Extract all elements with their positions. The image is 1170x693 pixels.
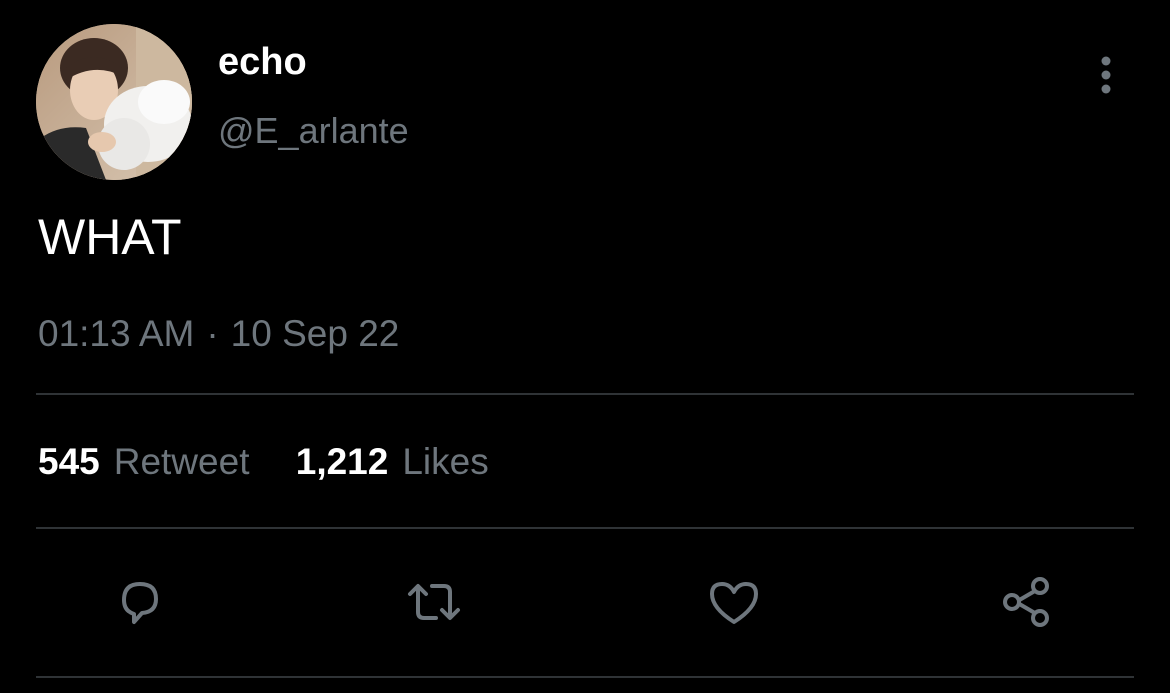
- reply-button[interactable]: [110, 572, 170, 632]
- likes-count-link[interactable]: 1,212 Likes: [296, 440, 489, 484]
- divider: [36, 676, 1134, 678]
- retweet-icon: [408, 584, 460, 620]
- username-handle[interactable]: @E_arlante: [218, 110, 409, 152]
- retweet-button[interactable]: [404, 572, 464, 632]
- timestamp-time: 01:13 AM: [38, 313, 195, 354]
- likes-label: Likes: [402, 441, 489, 482]
- retweet-count: 545: [38, 441, 100, 482]
- avatar[interactable]: [36, 24, 192, 180]
- more-options-button[interactable]: [1088, 52, 1124, 98]
- more-vertical-icon: [1101, 56, 1111, 94]
- tweet-timestamp[interactable]: 01:13 AM · 10 Sep 22: [38, 312, 399, 356]
- divider: [36, 527, 1134, 529]
- share-button[interactable]: [998, 572, 1058, 632]
- heart-icon: [710, 582, 758, 624]
- like-button[interactable]: [704, 572, 764, 632]
- share-icon: [1003, 577, 1049, 627]
- engagement-stats: 545 Retweet 1,212 Likes: [38, 440, 489, 484]
- timestamp-date: 10 Sep 22: [230, 313, 400, 354]
- timestamp-separator: ·: [206, 313, 219, 354]
- display-name[interactable]: echo: [218, 40, 307, 84]
- retweet-label: Retweet: [113, 441, 250, 482]
- divider: [36, 393, 1134, 395]
- tweet-detail: echo @E_arlante WHAT 01:13 AM · 10 Sep 22 …: [0, 0, 1170, 693]
- avatar-photo: [36, 24, 192, 180]
- reply-icon: [122, 582, 158, 624]
- retweet-count-link[interactable]: 545 Retweet: [38, 440, 249, 484]
- likes-count: 1,212: [295, 441, 389, 482]
- tweet-text: WHAT: [38, 209, 182, 265]
